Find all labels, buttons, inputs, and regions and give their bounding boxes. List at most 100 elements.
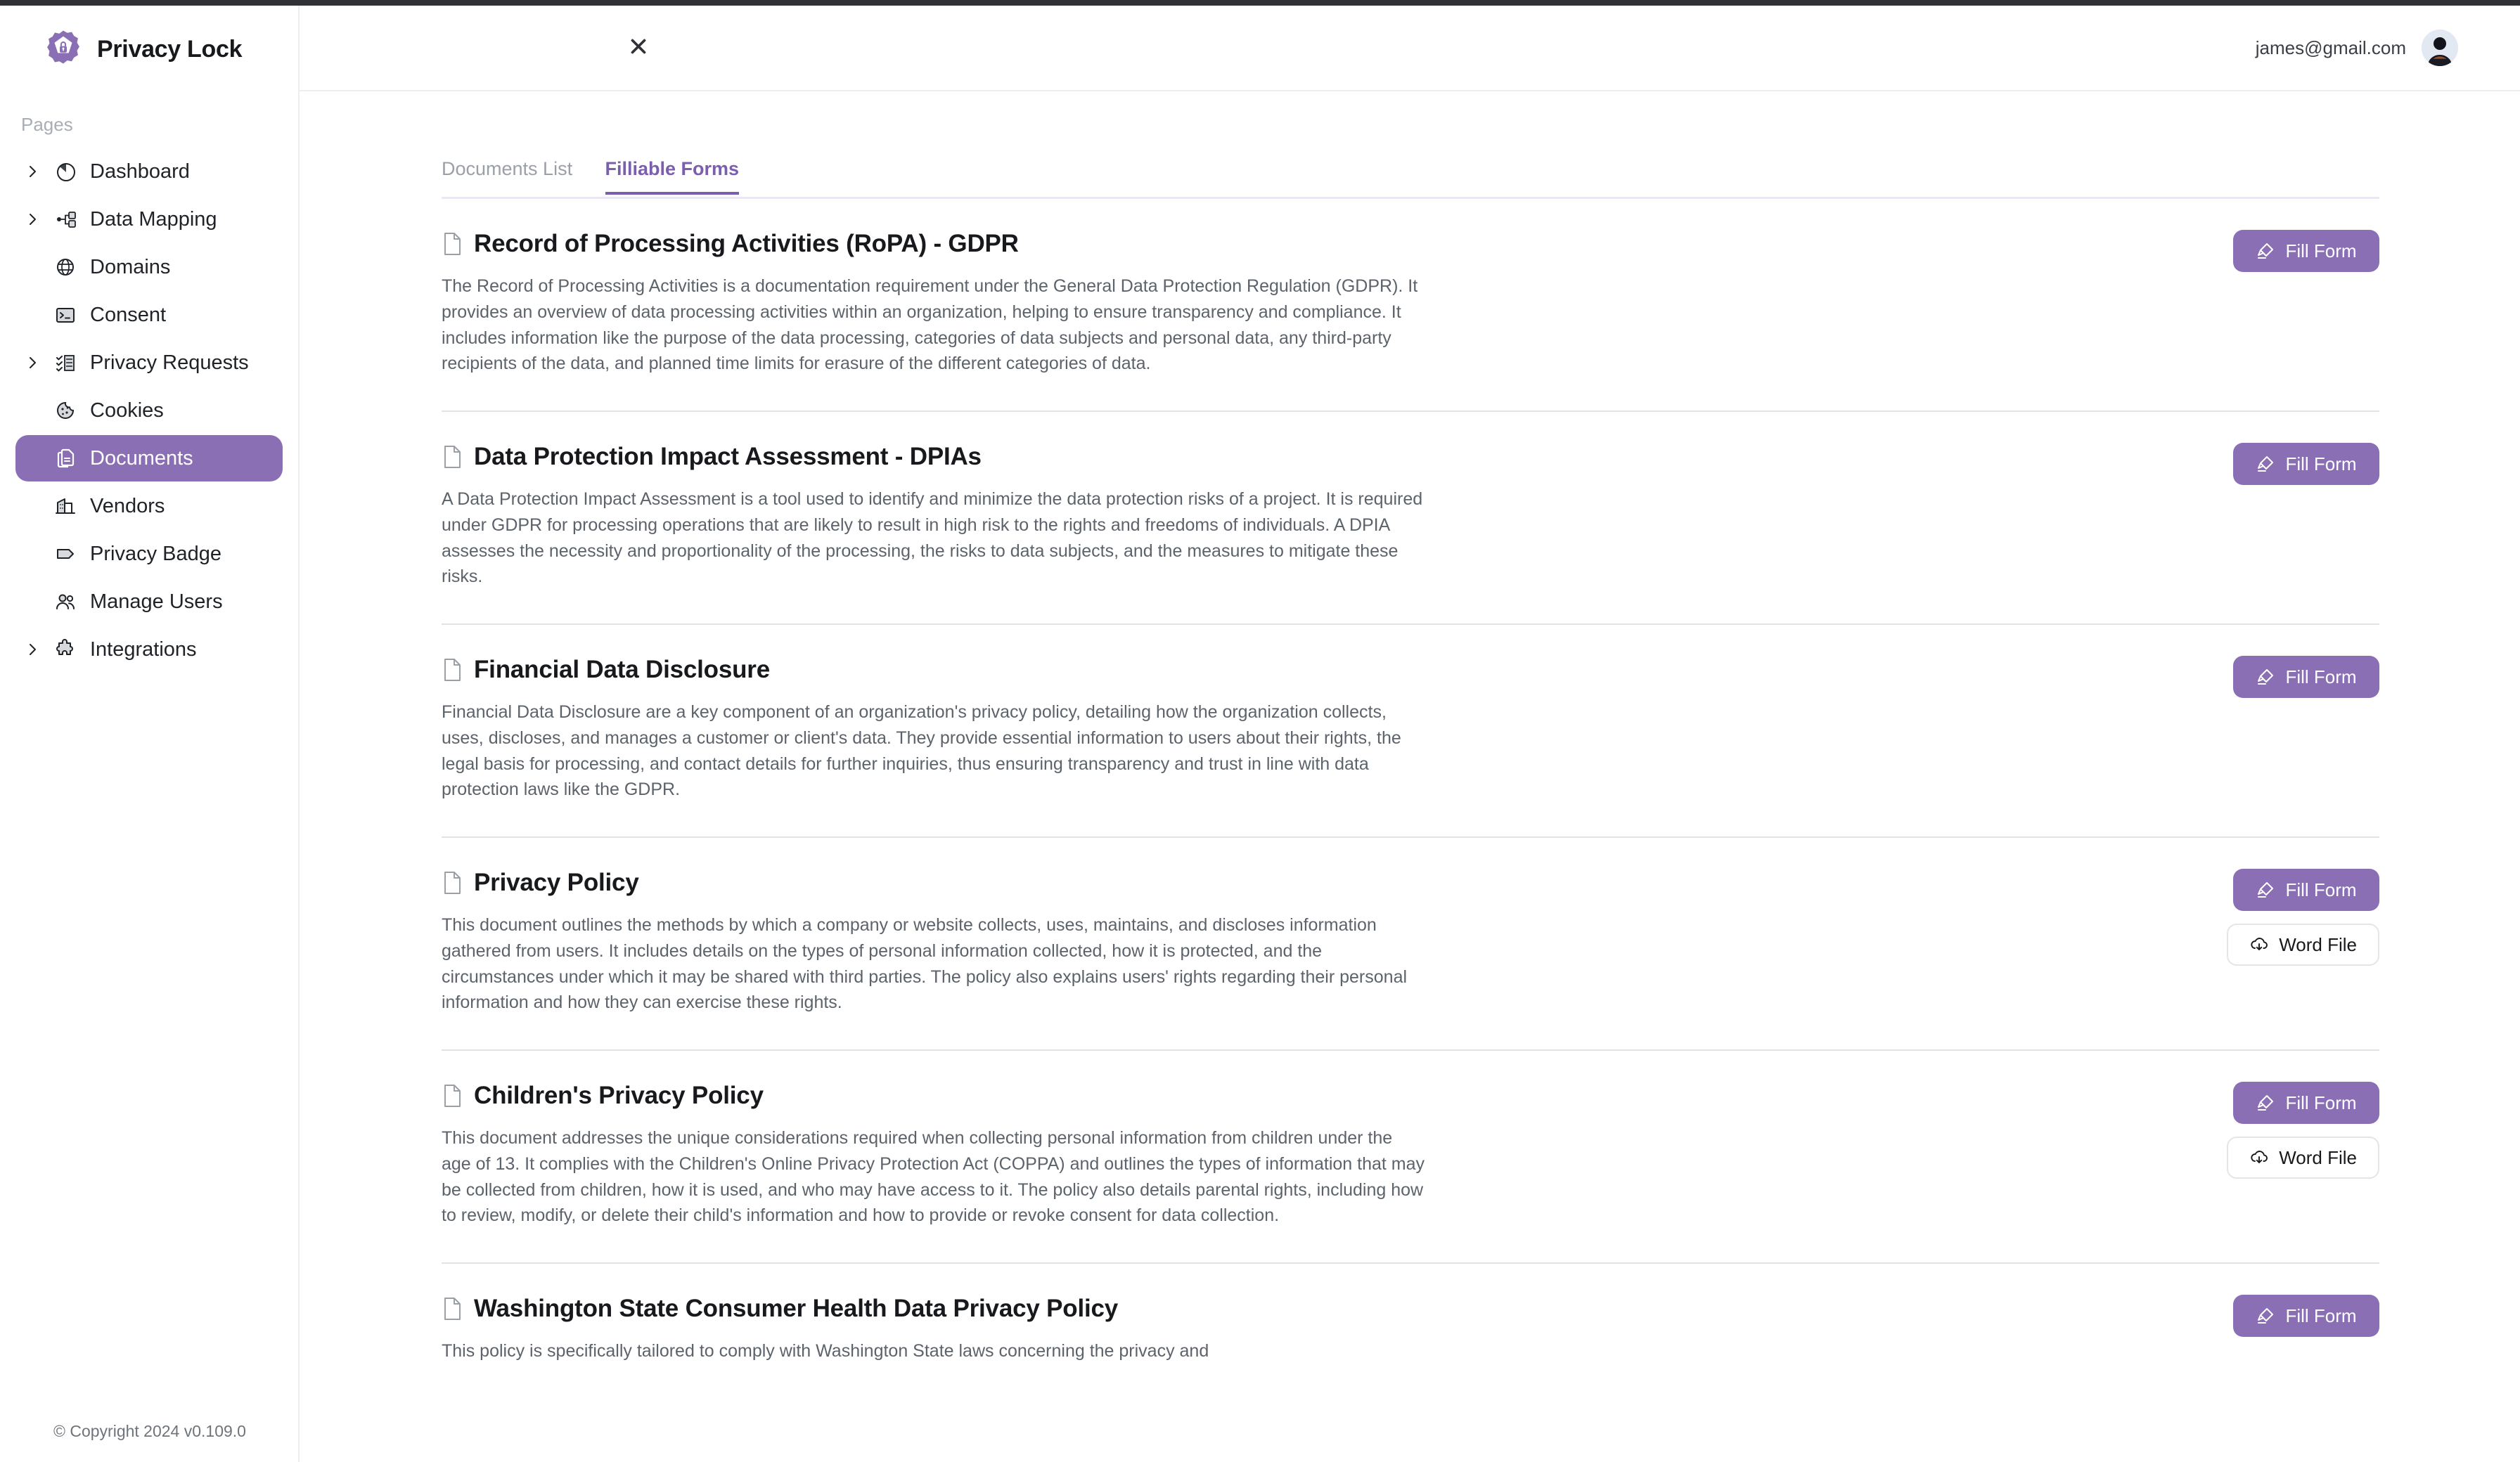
document-description: A Data Protection Impact Assessment is a… — [442, 489, 1423, 587]
chevron-right-icon — [24, 354, 41, 371]
tab-documents-list[interactable]: Documents List — [442, 158, 572, 193]
document-description: Financial Data Disclosure are a key comp… — [442, 702, 1401, 800]
sidebar-item-label: Privacy Requests — [90, 351, 249, 374]
document-title: Privacy Policy — [474, 869, 639, 896]
document-row: Financial Data Disclosure Financial Data… — [442, 625, 2379, 838]
word-file-label: Word File — [2279, 1146, 2357, 1168]
sidebar-item-domains[interactable]: Domains — [15, 244, 283, 290]
chevron-right-icon — [24, 641, 41, 658]
brand-name: Privacy Lock — [97, 35, 243, 63]
sidebar-item-label: Privacy Badge — [90, 542, 221, 565]
document-title: Record of Processing Activities (RoPA) -… — [474, 230, 1019, 257]
document-row: Data Protection Impact Assessment - DPIA… — [442, 412, 2379, 625]
sidebar-item-label: Manage Users — [90, 590, 223, 613]
document-header: Financial Data Disclosure — [442, 656, 2379, 684]
sidebar-item-label: Vendors — [90, 494, 165, 517]
document-header: Record of Processing Activities (RoPA) -… — [442, 230, 2379, 258]
document-row: Children's Privacy Policy This document … — [442, 1051, 2379, 1264]
sidebar-nav: Dashboard Data Mapping Domains Consent P… — [0, 148, 298, 673]
word-file-label: Word File — [2279, 933, 2357, 955]
avatar[interactable] — [2422, 30, 2458, 66]
sidebar-item-privacy-requests[interactable]: Privacy Requests — [15, 339, 283, 386]
sidebar-item-label: Consent — [90, 303, 167, 326]
sidebar-item-label: Domains — [90, 255, 171, 278]
tab-filliable-forms[interactable]: Filliable Forms — [605, 158, 739, 195]
users-icon — [53, 590, 77, 614]
sidebar-item-data-mapping[interactable]: Data Mapping — [15, 196, 283, 242]
file-icon — [442, 1084, 463, 1108]
highlighter-icon — [2256, 1093, 2275, 1113]
sidebar-item-manage-users[interactable]: Manage Users — [15, 578, 283, 625]
document-title: Financial Data Disclosure — [474, 656, 770, 683]
sidebar-item-cookies[interactable]: Cookies — [15, 387, 283, 434]
document-actions: Fill Form Word File — [2227, 1082, 2379, 1179]
word-file-button[interactable]: Word File — [2227, 924, 2379, 966]
main-content: Documents List Filliable Forms Record of… — [301, 91, 2520, 1462]
user-email: james@gmail.com — [2255, 37, 2406, 58]
globe-icon — [53, 255, 77, 279]
fill-form-label: Fill Form — [2285, 240, 2357, 261]
highlighter-icon — [2256, 1306, 2275, 1326]
fill-form-label: Fill Form — [2285, 879, 2357, 900]
chevron-right-icon — [24, 211, 41, 228]
sidebar-item-label: Integrations — [90, 638, 197, 661]
document-header: Washington State Consumer Health Data Pr… — [442, 1295, 2379, 1323]
document-title: Washington State Consumer Health Data Pr… — [474, 1295, 1119, 1322]
file-icon — [442, 1297, 463, 1321]
document-description: This document addresses the unique consi… — [442, 1128, 1425, 1226]
tag-icon — [53, 542, 77, 566]
top-header: james@gmail.com — [300, 6, 2520, 91]
highlighter-icon — [2256, 241, 2275, 261]
brand[interactable]: Privacy Lock — [0, 0, 298, 69]
file-icon — [442, 445, 463, 469]
document-title: Children's Privacy Policy — [474, 1082, 764, 1109]
fillable-forms-list: Record of Processing Activities (RoPA) -… — [442, 199, 2379, 1398]
fill-form-label: Fill Form — [2285, 1305, 2357, 1326]
tab-bar: Documents List Filliable Forms — [442, 158, 2379, 199]
document-description: The Record of Processing Activities is a… — [442, 276, 1418, 374]
fill-form-button[interactable]: Fill Form — [2233, 869, 2379, 911]
document-description: This policy is specifically tailored to … — [442, 1341, 1209, 1361]
sidebar-item-dashboard[interactable]: Dashboard — [15, 148, 283, 195]
sidebar-item-vendors[interactable]: Vendors — [15, 483, 283, 529]
node-tree-icon — [53, 207, 77, 231]
document-description: This document outlines the methods by wh… — [442, 915, 1408, 1013]
word-file-button[interactable]: Word File — [2227, 1137, 2379, 1179]
sidebar-item-consent[interactable]: Consent — [15, 292, 283, 338]
sidebar-item-label: Data Mapping — [90, 207, 217, 231]
privacy-lock-badge-icon — [44, 30, 83, 69]
cloud-download-icon — [2249, 935, 2269, 955]
fill-form-button[interactable]: Fill Form — [2233, 1082, 2379, 1124]
fill-form-label: Fill Form — [2285, 1092, 2357, 1113]
document-actions: Fill Form — [2233, 656, 2379, 698]
document-title: Data Protection Impact Assessment - DPIA… — [474, 443, 982, 470]
sidebar-item-documents[interactable]: Documents — [15, 435, 283, 481]
sidebar: Privacy Lock Pages Dashboard Data Mappin… — [0, 0, 300, 1462]
document-row: Record of Processing Activities (RoPA) -… — [442, 199, 2379, 412]
puzzle-piece-icon — [53, 638, 77, 661]
document-actions: Fill Form — [2233, 230, 2379, 272]
pie-chart-icon — [53, 160, 77, 183]
document-actions: Fill Form Word File — [2227, 869, 2379, 966]
sidebar-item-privacy-badge[interactable]: Privacy Badge — [15, 531, 283, 577]
sidebar-section-label: Pages — [21, 114, 73, 135]
close-button[interactable] — [622, 31, 655, 65]
sidebar-item-label: Documents — [90, 446, 193, 470]
documents-icon — [53, 446, 77, 470]
fill-form-button[interactable]: Fill Form — [2233, 230, 2379, 272]
fill-form-button[interactable]: Fill Form — [2233, 656, 2379, 698]
document-row: Privacy Policy This document outlines th… — [442, 838, 2379, 1051]
fill-form-label: Fill Form — [2285, 666, 2357, 687]
highlighter-icon — [2256, 454, 2275, 474]
file-icon — [442, 232, 463, 256]
fill-form-button[interactable]: Fill Form — [2233, 443, 2379, 485]
file-icon — [442, 871, 463, 895]
document-header: Data Protection Impact Assessment - DPIA… — [442, 443, 2379, 471]
fill-form-button[interactable]: Fill Form — [2233, 1295, 2379, 1337]
terminal-icon — [53, 303, 77, 327]
document-row: Washington State Consumer Health Data Pr… — [442, 1264, 2379, 1398]
cookie-icon — [53, 399, 77, 422]
sidebar-item-integrations[interactable]: Integrations — [15, 626, 283, 673]
user-menu[interactable]: james@gmail.com — [2256, 30, 2458, 66]
cloud-download-icon — [2249, 1148, 2269, 1167]
